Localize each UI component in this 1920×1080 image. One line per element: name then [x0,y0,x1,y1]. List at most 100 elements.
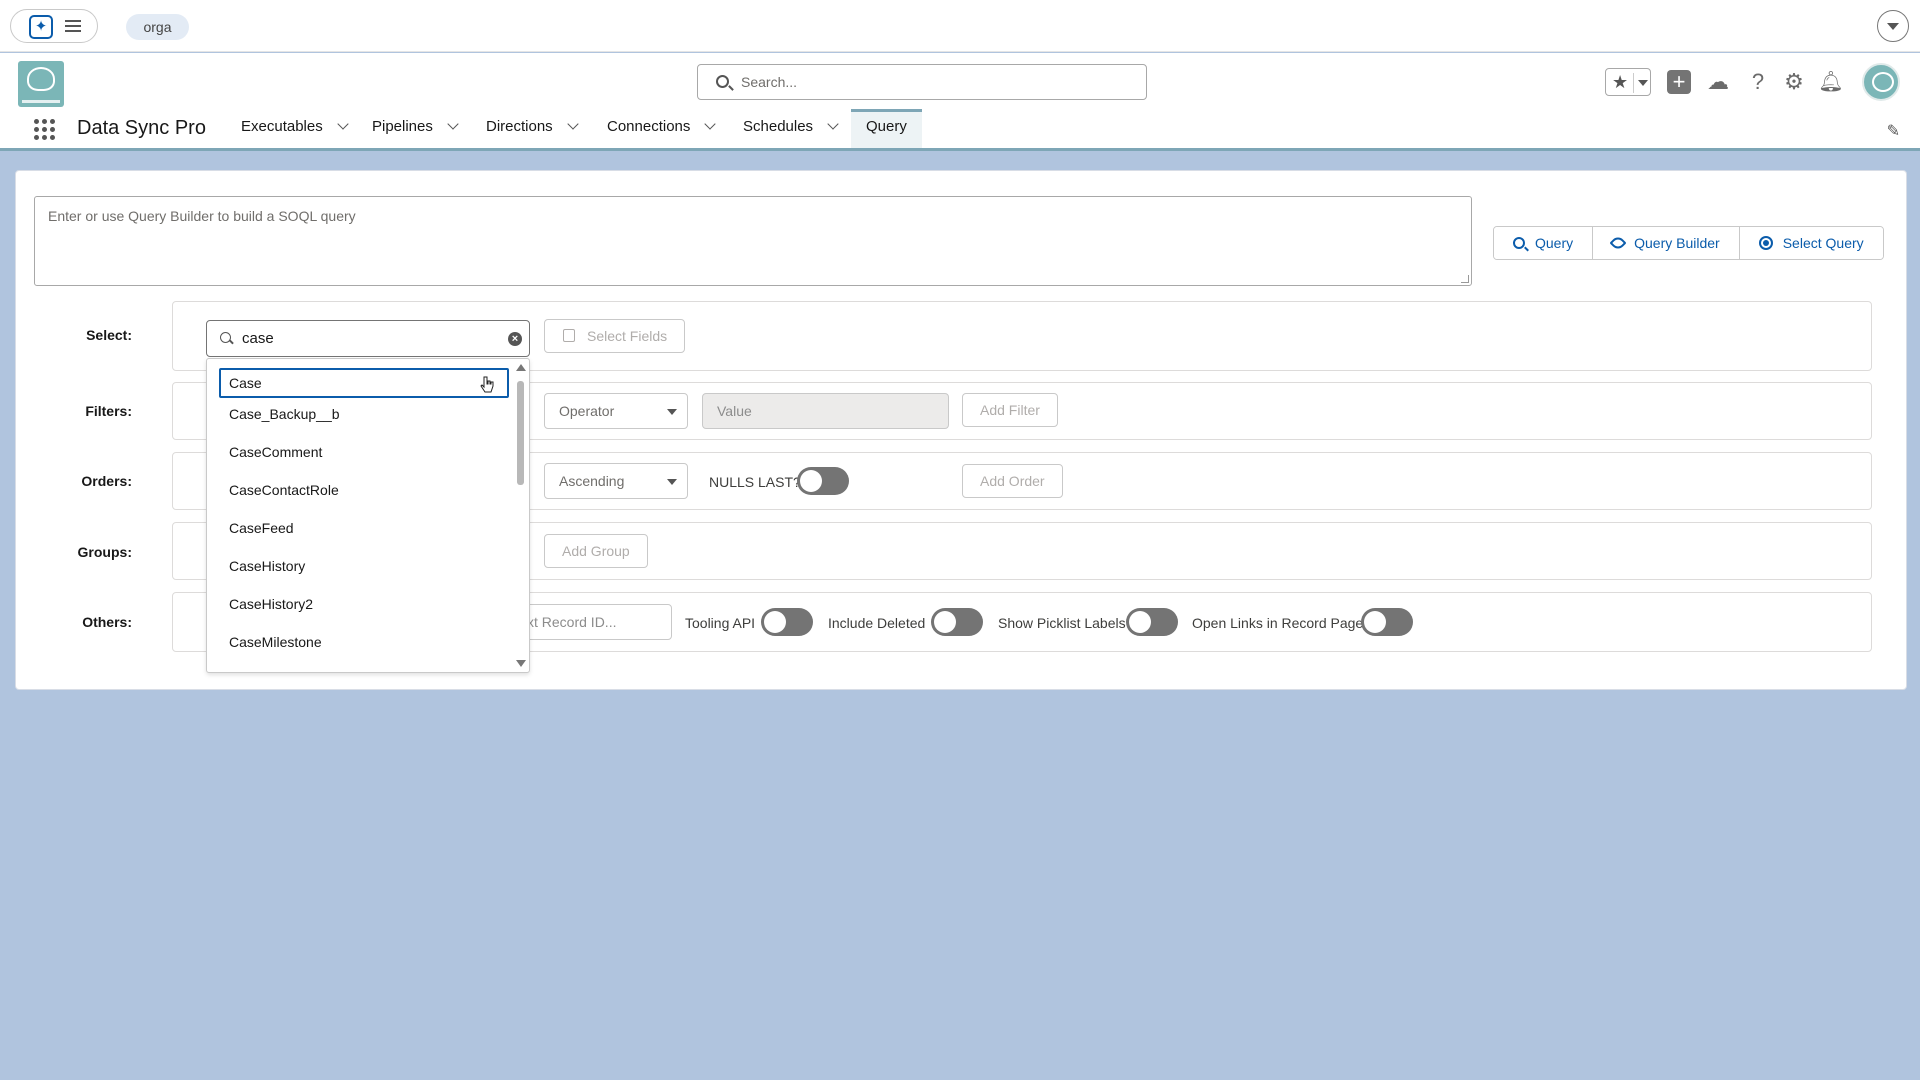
nav-item-connections[interactable]: Connections [607,109,717,148]
chevron-down-icon[interactable] [447,118,459,130]
show-picklist-labels-label: Show Picklist Labels [998,615,1126,631]
list-item[interactable]: CaseHistory2 [219,590,509,620]
nav-item-directions[interactable]: Directions [486,109,579,148]
list-item[interactable]: CaseFeed [219,514,509,544]
query-button-label: Query [1535,235,1574,251]
list-item[interactable]: CaseHistory [219,552,509,582]
add-group-button[interactable]: Add Group [544,534,648,568]
radio-icon [1758,236,1773,250]
nav-item-executables[interactable]: Executables [241,109,349,148]
open-links-toggle[interactable] [1361,608,1413,636]
list-item[interactable]: CaseContactRole [219,476,509,506]
scroll-up-icon[interactable] [516,364,526,371]
select-query-label: Select Query [1782,235,1864,251]
add-filter-button[interactable]: Add Filter [962,393,1058,427]
chevron-down-icon[interactable] [337,118,349,130]
query-button-group: Query Query Builder Select Query [1493,226,1884,260]
filter-value-input[interactable]: Value [702,393,949,429]
chevron-down-icon[interactable] [827,118,839,130]
chevron-down-icon[interactable] [1877,10,1909,42]
nav-item-label: Executables [241,118,323,135]
gear-icon[interactable]: ⚙ [1781,69,1807,95]
favorites-button[interactable]: ★ [1605,68,1651,96]
nav-item-query[interactable]: Query [851,109,922,148]
tooling-api-label: Tooling API [685,615,756,631]
groups-label: Groups: [77,544,132,560]
tooling-api-toggle[interactable] [761,608,813,636]
value-placeholder: Value [717,403,752,419]
object-search-input[interactable]: case × [206,320,530,357]
nav-item-label: Connections [607,118,691,135]
nav-item-label: Pipelines [372,118,433,135]
list-item[interactable]: Case_Backup__b [219,400,509,430]
operator-select[interactable]: Operator [544,393,688,429]
object-dropdown-list: Case Case_Backup__b CaseComment CaseCont… [206,358,530,673]
app-launcher-icon[interactable] [34,119,56,141]
search-placeholder: Search... [741,74,798,90]
bell-icon[interactable]: 🔔︎ [1818,69,1844,95]
nulls-last-label: NULLS LAST? [709,474,801,490]
org-chip[interactable]: orga [126,14,189,40]
record-id-input[interactable]: xt Record ID... [512,604,672,640]
show-picklist-labels-toggle[interactable] [1126,608,1178,636]
list-item[interactable]: CaseMilestone [219,628,509,658]
filters-label: Filters: [85,403,132,419]
top-strip: ✦ orga [0,0,1920,52]
orders-label: Orders: [81,473,132,489]
list-icon [563,329,575,342]
scroll-down-icon[interactable] [516,660,526,667]
soql-textarea[interactable]: Enter or use Query Builder to build a SO… [34,196,1472,286]
query-builder-label: Query Builder [1634,235,1720,251]
open-links-label: Open Links in Record Page [1192,615,1364,631]
caret-down-icon [667,479,677,485]
nav-item-label: Query [866,118,907,135]
nulls-last-toggle[interactable] [797,467,849,495]
list-item[interactable]: CaseComment [219,438,509,468]
order-direction-value: Ascending [559,473,625,489]
nav-item-schedules[interactable]: Schedules [743,109,839,148]
select-label: Select: [86,327,132,343]
chevron-down-icon[interactable] [567,118,579,130]
include-deleted-label: Include Deleted [828,615,926,631]
star-icon: ★ [1612,72,1629,92]
dropdown-scrollbar[interactable] [513,359,527,672]
app-logo [18,61,64,107]
add-icon[interactable]: + [1667,70,1691,94]
hide-icon [1609,234,1627,252]
operator-value: Operator [559,403,615,419]
help-icon[interactable]: ? [1745,69,1771,95]
nav-item-pipelines[interactable]: Pipelines [372,109,459,148]
order-direction-select[interactable]: Ascending [544,463,688,499]
app-launcher-pill[interactable]: ✦ [10,9,98,43]
menu-icon[interactable] [65,20,81,32]
scrollbar-thumb[interactable] [517,381,524,485]
app-nav: Data Sync Pro Executables Pipelines Dire… [0,109,1920,151]
clear-icon[interactable]: × [508,332,522,346]
avatar[interactable] [1862,63,1900,101]
global-header: Search... ★ + ☁ ? ⚙ 🔔︎ [0,53,1920,109]
chevron-down-icon [1638,80,1648,86]
others-label: Others: [82,614,132,630]
cloud-icon[interactable]: ☁ [1705,69,1731,95]
nav-item-label: Schedules [743,118,814,135]
edit-icon[interactable]: ✎ [1887,121,1900,141]
caret-down-icon [667,409,677,415]
query-button[interactable]: Query [1494,227,1594,259]
search-icon [220,332,231,343]
record-id-placeholder: xt Record ID... [527,614,617,630]
add-order-button[interactable]: Add Order [962,464,1063,498]
global-search-input[interactable]: Search... [697,64,1147,100]
resize-handle[interactable] [1461,275,1469,283]
search-icon [1513,237,1525,249]
query-builder-button[interactable]: Query Builder [1593,227,1740,259]
list-item[interactable]: Case [219,368,509,398]
search-icon [716,75,729,88]
hand-cursor-icon [480,376,494,393]
nav-item-label: Directions [486,118,553,135]
select-query-button[interactable]: Select Query [1739,227,1883,259]
select-fields-button[interactable]: Select Fields [544,319,686,353]
chevron-down-icon[interactable] [704,118,717,130]
sparkle-icon[interactable]: ✦ [29,15,53,39]
app-name: Data Sync Pro [77,117,206,139]
include-deleted-toggle[interactable] [931,608,983,636]
